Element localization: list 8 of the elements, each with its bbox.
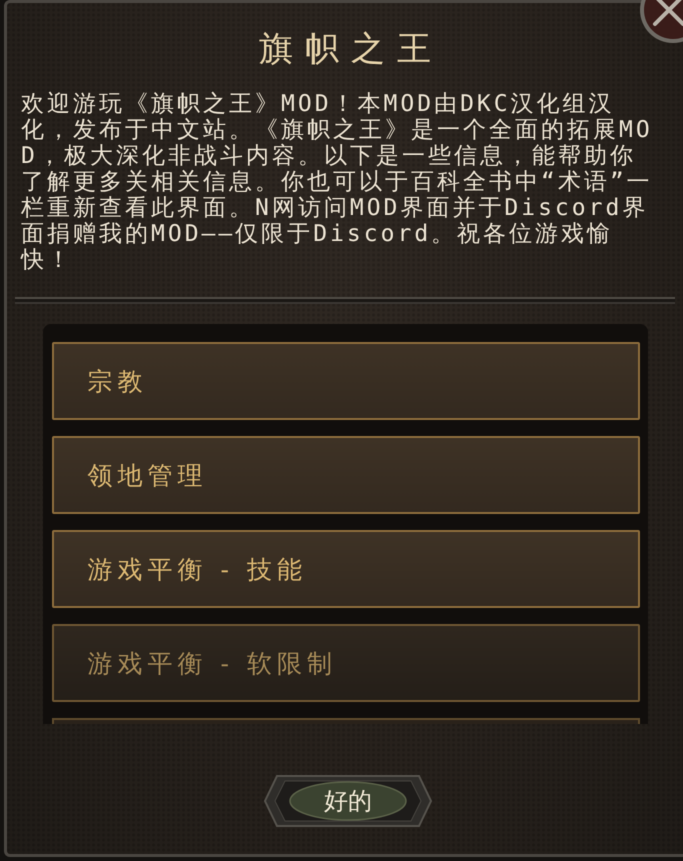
ok-button[interactable]: 好的 [263,774,433,828]
dialog-title: 旗帜之王 [258,28,443,71]
category-button[interactable]: 宗教 [52,342,640,420]
category-button[interactable]: 游戏平衡 - 技能 [52,530,640,608]
description-text: 欢迎游玩《旗帜之王》MOD！本MOD由DKC汉化组汉化，发布于中文站。《旗帜之王》是一个全面的拓展MOD，极大深化非战斗内容。以下是一些信息，能帮助你了解更多关相关信息。你也可以于百科全书中“术语”一栏重新查看此界面。N网访问MOD界面并于Discord界面捐赠我的MOD——仅限于Discord。祝各位游戏愉快！ [21,91,653,273]
category-button[interactable]: 游戏平衡 - 软限制 [52,624,640,702]
category-button[interactable]: 领地管理 [52,436,640,514]
close-icon[interactable] [637,0,683,46]
